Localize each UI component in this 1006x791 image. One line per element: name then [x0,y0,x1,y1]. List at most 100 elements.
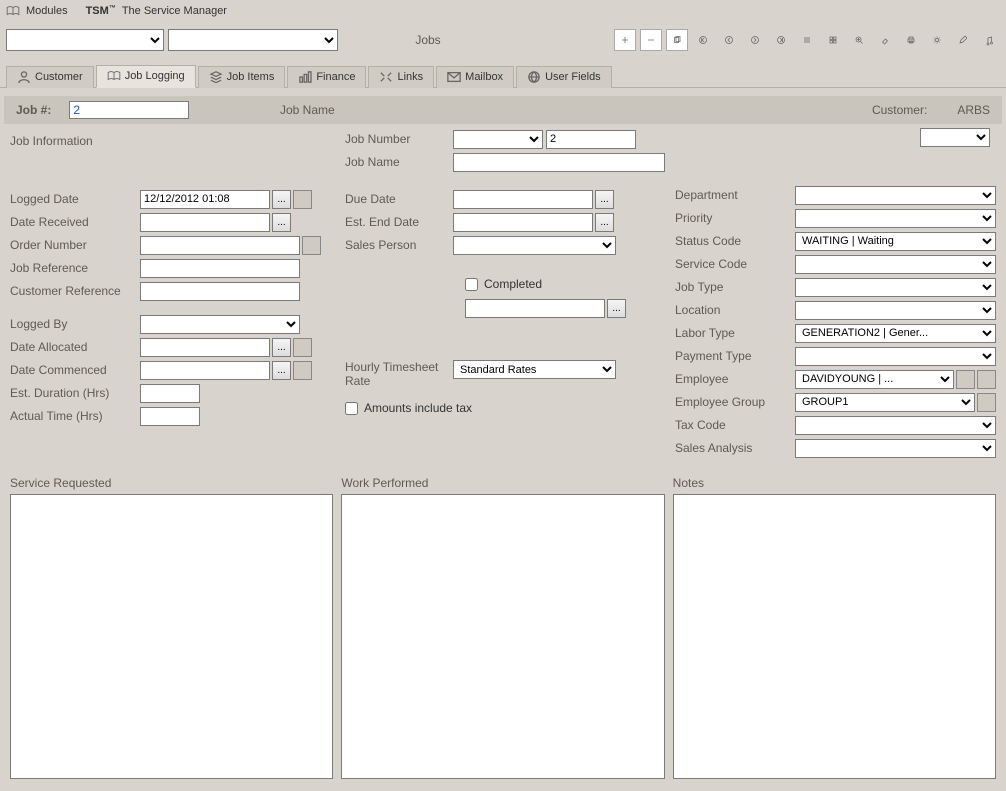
amounts-include-tax-row[interactable]: Amounts include tax [345,401,665,415]
logged-date-label: Logged Date [10,192,140,206]
date-received-input[interactable] [140,213,270,232]
tab-job-logging[interactable]: Job Logging [96,65,196,88]
work-performed-textarea[interactable] [341,494,664,779]
job-number-field-label: Job Number [345,132,453,146]
est-end-date-picker[interactable]: ... [595,213,614,232]
customer-reference-label: Customer Reference [10,284,140,298]
work-performed-title: Work Performed [341,476,664,490]
completed-label: Completed [484,277,542,291]
next-button[interactable] [744,29,766,51]
logged-date-input[interactable] [140,190,270,209]
tab-user-fields[interactable]: User Fields [516,66,612,88]
est-end-date-input[interactable] [453,213,593,232]
tax-code-label: Tax Code [675,418,795,432]
status-code-label: Status Code [675,234,795,248]
tab-customer[interactable]: Customer [6,66,94,88]
left-column: Job Information Logged Date ... Date Rec… [10,128,335,460]
grid-button[interactable] [822,29,844,51]
erase-button[interactable] [874,29,896,51]
labor-type-label: Labor Type [675,326,795,340]
actual-time-input[interactable] [140,407,200,426]
last-button[interactable] [770,29,792,51]
tab-mailbox[interactable]: Mailbox [436,66,514,88]
job-header-bar: Job #: Job Name Customer: ARBS [4,96,1002,124]
job-number-field-input[interactable] [546,130,636,149]
customer-reference-input[interactable] [140,282,300,301]
job-number-prefix-select[interactable] [453,130,543,149]
completed-date-input[interactable] [465,299,605,318]
date-allocated-extra[interactable] [293,338,312,357]
due-date-label: Due Date [345,192,453,206]
labor-type-select[interactable]: GENERATION2 | Gener... [795,324,996,343]
first-button[interactable] [692,29,714,51]
logged-date-extra[interactable] [293,190,312,209]
employee-extra-2[interactable] [977,370,996,389]
music-icon[interactable] [978,29,1000,51]
est-duration-input[interactable] [140,384,200,403]
prev-button[interactable] [718,29,740,51]
service-code-select[interactable] [795,255,996,274]
employee-group-select[interactable]: GROUP1 [795,393,975,412]
job-reference-input[interactable] [140,259,300,278]
priority-select[interactable] [795,209,996,228]
job-number-input[interactable] [69,101,189,119]
location-label: Location [675,303,795,317]
print-button[interactable] [900,29,922,51]
date-commenced-picker[interactable]: ... [272,361,291,380]
due-date-picker[interactable]: ... [595,190,614,209]
due-date-input[interactable] [453,190,593,209]
modules-label[interactable]: Modules [26,5,68,17]
tax-code-select[interactable] [795,416,996,435]
stack-icon [209,71,223,83]
sales-analysis-label: Sales Analysis [675,441,795,455]
envelope-icon [447,71,461,83]
zoom-button[interactable] [848,29,870,51]
completed-checkbox[interactable] [465,278,478,291]
payment-type-select[interactable] [795,347,996,366]
new-button[interactable] [614,29,636,51]
toolbar-select-1[interactable] [6,29,164,51]
globe-icon [527,71,541,83]
status-code-select[interactable]: WAITING | Waiting [795,232,996,251]
notes-textarea[interactable] [673,494,996,779]
toolbar-select-2[interactable] [168,29,338,51]
edit-button[interactable] [952,29,974,51]
date-allocated-picker[interactable]: ... [272,338,291,357]
amounts-include-tax-checkbox[interactable] [345,402,358,415]
job-number-suffix-select[interactable] [920,128,990,147]
list-button[interactable] [796,29,818,51]
date-allocated-input[interactable] [140,338,270,357]
logged-date-picker[interactable]: ... [272,190,291,209]
tab-links-label: Links [397,71,423,83]
job-name-field-input[interactable] [453,153,665,172]
employee-extra-1[interactable] [956,370,975,389]
date-commenced-input[interactable] [140,361,270,380]
department-select[interactable] [795,186,996,205]
amounts-include-tax-label: Amounts include tax [364,401,472,415]
copy-button[interactable] [666,29,688,51]
tab-job-items[interactable]: Job Items [198,66,286,88]
date-received-label: Date Received [10,215,140,229]
actual-time-label: Actual Time (Hrs) [10,409,140,423]
date-received-picker[interactable]: ... [272,213,291,232]
service-requested-textarea[interactable] [10,494,333,779]
employee-select[interactable]: DAVIDYOUNG | ... [795,370,954,389]
employee-group-extra[interactable] [977,393,996,412]
completed-date-picker[interactable]: ... [607,299,626,318]
remove-button[interactable] [640,29,662,51]
tab-finance[interactable]: Finance [287,66,366,88]
logged-by-select[interactable] [140,315,300,334]
sales-analysis-select[interactable] [795,439,996,458]
settings-button[interactable] [926,29,948,51]
job-type-select[interactable] [795,278,996,297]
hourly-rate-select[interactable]: Standard Rates [453,360,616,379]
order-number-input[interactable] [140,236,300,255]
service-code-label: Service Code [675,257,795,271]
sales-person-select[interactable] [453,236,616,255]
tab-links[interactable]: Links [368,66,434,88]
order-number-extra[interactable] [302,236,321,255]
location-select[interactable] [795,301,996,320]
completed-checkbox-row[interactable]: Completed [465,277,665,291]
date-commenced-extra[interactable] [293,361,312,380]
hourly-rate-label: Hourly TimesheetRate [345,360,453,388]
